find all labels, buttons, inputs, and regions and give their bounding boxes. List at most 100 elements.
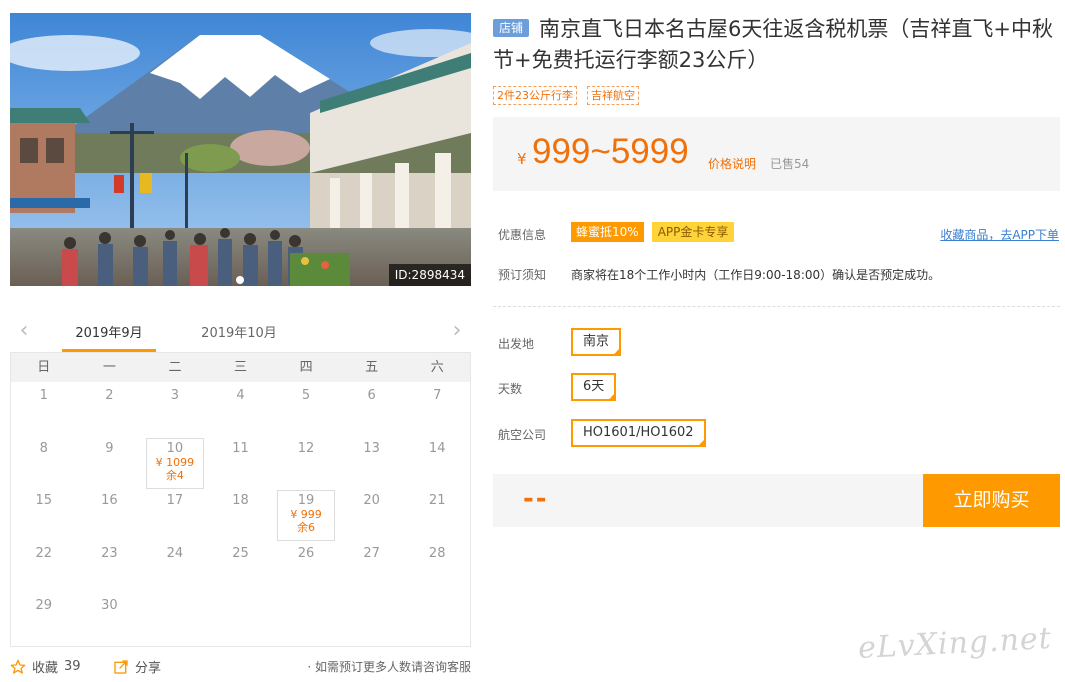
calendar-day: 8 xyxy=(11,435,77,488)
day-number: 28 xyxy=(428,545,446,561)
weekday-tue: 二 xyxy=(168,360,182,375)
day-number: 19 xyxy=(297,493,315,508)
promo-label: 优惠信息 xyxy=(498,228,547,242)
weekday-sat: 六 xyxy=(430,360,444,375)
day-number: 14 xyxy=(428,440,446,456)
buy-now-button[interactable]: 立即购买 xyxy=(923,474,1060,527)
days-value: 6天 xyxy=(583,379,605,394)
calendar-day: 23 xyxy=(77,540,143,593)
tag-airline: 吉祥航空 xyxy=(587,86,639,105)
calendar-day-available[interactable]: 19 ¥ 999 余6 xyxy=(273,487,339,541)
mount-fuji-photo xyxy=(10,13,471,286)
image-id-label: ID:2898434 xyxy=(388,264,471,286)
calendar-day: 1 xyxy=(11,382,77,435)
days-label: 天数 xyxy=(498,382,523,396)
departure-option[interactable]: 南京 ✓ xyxy=(571,328,622,356)
day-number: 30 xyxy=(101,598,118,613)
price-explain-link[interactable]: 价格说明 xyxy=(708,155,756,172)
day-price: ¥ 1099 xyxy=(155,455,195,469)
departure-label: 出发地 xyxy=(498,337,535,351)
tag-luggage: 2件23公斤行李 xyxy=(493,86,577,105)
app-order-link[interactable]: 收藏商品，去APP下单 xyxy=(940,226,1059,243)
gold-card-badge: APP金卡专享 xyxy=(651,222,735,242)
calendar-day: 17 xyxy=(142,487,208,540)
shop-badge[interactable]: 店铺 xyxy=(493,19,530,37)
honey-discount-badge: 蜂蜜抵10% xyxy=(571,222,644,242)
calendar-day: 2 xyxy=(77,382,143,435)
day-number: 29 xyxy=(35,598,53,613)
price-currency: ¥ xyxy=(517,150,527,168)
day-number: 20 xyxy=(363,493,380,508)
calendar-day: 5 xyxy=(273,382,339,435)
day-number: 25 xyxy=(232,545,249,561)
favorite-button[interactable]: 收藏 39 xyxy=(10,657,81,676)
calendar-day-available[interactable]: 10 ¥ 1099 余4 xyxy=(142,435,208,489)
tab-month-october[interactable]: 2019年10月 xyxy=(186,322,292,352)
airline-option[interactable]: HO1601/HO1602 ✓ xyxy=(571,419,706,447)
day-number: 22 xyxy=(35,545,53,561)
weekday-wed: 三 xyxy=(234,360,248,375)
calendar-day: 14 xyxy=(404,435,470,488)
day-number: 9 xyxy=(105,440,114,456)
calendar-day: 29 xyxy=(11,592,77,645)
date-calendar: 日 一 二 三 四 五 六 1 2 3 4 5 6 7 8 9 10 ¥ 1099 余4 11 12 13 1… xyxy=(10,352,471,647)
calendar-day: 28 xyxy=(404,540,470,593)
day-number: 7 xyxy=(433,388,442,403)
day-stock: 余6 xyxy=(297,521,316,534)
booking-label: 预订须知 xyxy=(498,268,547,282)
tab-month-september[interactable]: 2019年9月 xyxy=(62,322,156,352)
share-icon xyxy=(114,659,128,674)
star-icon xyxy=(10,659,26,674)
airline-label: 航空公司 xyxy=(498,428,547,442)
calendar-day: 18 xyxy=(208,487,274,540)
day-number: 6 xyxy=(367,388,376,403)
product-photo: ID:2898434 xyxy=(10,13,471,286)
day-number: 2 xyxy=(105,388,114,403)
day-number: 26 xyxy=(297,545,315,561)
calendar-day: 11 xyxy=(208,435,274,488)
departure-value: 南京 xyxy=(583,334,610,349)
day-number: 15 xyxy=(35,493,53,508)
day-number: 12 xyxy=(297,440,315,456)
calendar-day: 21 xyxy=(404,487,470,540)
weekday-sun: 日 xyxy=(37,360,51,375)
calendar-nav: ‹ 2019年9月 2019年10月 › xyxy=(10,316,471,352)
calendar-day: 27 xyxy=(339,540,405,593)
chevron-right-icon[interactable]: › xyxy=(447,320,467,344)
consult-hint: · 如需预订更多人数请咨询客服 xyxy=(307,660,471,674)
calendar-day: 24 xyxy=(142,540,208,593)
day-number: 8 xyxy=(39,440,48,456)
calendar-day: 22 xyxy=(11,540,77,593)
day-number: 27 xyxy=(363,545,380,561)
day-number: 3 xyxy=(170,388,180,403)
calendar-day: 30 xyxy=(77,592,143,645)
share-label: 分享 xyxy=(135,661,162,676)
share-button[interactable]: 分享 xyxy=(113,657,161,676)
booking-notice: 商家将在18个工作小时内（工作日9:00-18:00）确认是否预定成功。 xyxy=(571,268,941,282)
day-number: 4 xyxy=(236,388,245,403)
day-number: 11 xyxy=(232,440,249,456)
price-range: 999~5999 xyxy=(532,132,689,171)
calendar-day: 25 xyxy=(208,540,274,593)
favorite-label: 收藏 xyxy=(32,661,59,676)
calendar-days: 1 2 3 4 5 6 7 8 9 10 ¥ 1099 余4 11 12 13 14 15 16 17 18 19 ¥ 9… xyxy=(11,382,470,645)
product-title: 南京直飞日本名古屋6天往返含税机票（吉祥直飞+中秋节+免费托运行李额23公斤） xyxy=(493,17,1053,72)
day-number: 18 xyxy=(232,493,249,508)
day-number: 21 xyxy=(428,493,446,508)
days-option[interactable]: 6天 ✓ xyxy=(571,373,617,401)
day-stock: 余4 xyxy=(165,468,184,482)
favorite-count: 39 xyxy=(64,659,81,674)
check-icon: ✓ xyxy=(697,439,704,447)
section-divider xyxy=(493,306,1060,307)
weekday-header: 日 一 二 三 四 五 六 xyxy=(11,353,470,382)
feature-tags: 2件23公斤行李 吉祥航空 xyxy=(493,86,639,105)
calendar-day: 4 xyxy=(208,382,274,435)
chevron-left-icon[interactable]: ‹ xyxy=(14,320,34,344)
price-panel: ¥ 999~5999 价格说明 已售54 xyxy=(493,117,1060,191)
calendar-day: 12 xyxy=(273,435,339,488)
carousel-dot[interactable] xyxy=(236,276,244,284)
day-number: 1 xyxy=(39,388,48,403)
check-icon: ✓ xyxy=(608,393,615,401)
site-watermark: eLvXing.net xyxy=(857,620,1053,667)
calendar-day: 20 xyxy=(339,487,405,540)
